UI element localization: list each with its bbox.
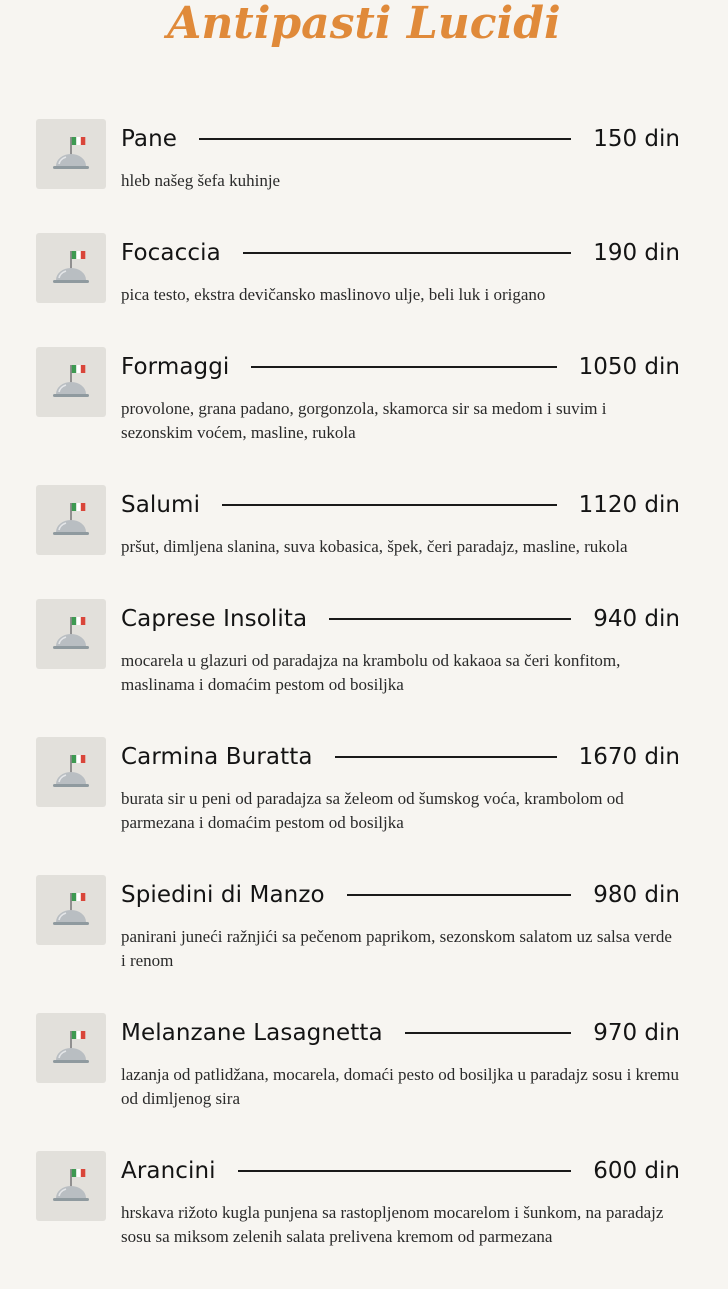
cloche-with-italian-flag-icon	[36, 599, 106, 669]
divider-line	[222, 504, 557, 506]
divider-line	[329, 618, 572, 620]
cloche-with-italian-flag-icon	[36, 119, 106, 189]
item-name: Formaggi	[121, 354, 230, 380]
item-description: burata sir u peni od paradajza sa želeom…	[121, 789, 624, 832]
item-name: Pane	[121, 126, 178, 152]
item-description: panirani juneći ražnjići sa pečenom papr…	[121, 927, 672, 970]
menu-item-melanzane-lasagnetta: Melanzane Lasagnetta 970 din lazanja od …	[36, 1013, 680, 1151]
cloche-with-italian-flag-icon	[36, 737, 106, 807]
item-price: 150 din	[593, 126, 680, 152]
item-name: Focaccia	[121, 240, 221, 266]
divider-line	[199, 138, 572, 140]
item-name: Carmina Buratta	[121, 744, 313, 770]
divider-line	[334, 756, 557, 758]
menu-item-carmina-buratta: Carmina Buratta 1670 din burata sir u pe…	[36, 737, 680, 875]
item-price: 1120 din	[578, 492, 680, 518]
menu-item-salumi: Salumi 1120 din pršut, dimljena slanina,…	[36, 485, 680, 599]
item-header: Arancini 600 din	[121, 1155, 680, 1187]
menu-item-arancini: Arancini 600 din hrskava rižoto kugla pu…	[36, 1151, 680, 1289]
item-name: Salumi	[121, 492, 201, 518]
item-name: Caprese Insolita	[121, 606, 308, 632]
menu-item-pane: Pane 150 din hleb našeg šefa kuhinje	[36, 119, 680, 233]
item-price: 970 din	[593, 1020, 680, 1046]
cloche-with-italian-flag-icon	[36, 233, 106, 303]
item-price: 940 din	[593, 606, 680, 632]
cloche-with-italian-flag-icon	[36, 485, 106, 555]
item-price: 190 din	[593, 240, 680, 266]
item-header: Caprese Insolita 940 din	[121, 603, 680, 635]
item-price: 1050 din	[578, 354, 680, 380]
item-name: Melanzane Lasagnetta	[121, 1020, 383, 1046]
divider-line	[242, 252, 572, 254]
item-header: Carmina Buratta 1670 din	[121, 741, 680, 773]
item-name: Arancini	[121, 1158, 216, 1184]
menu-item-spiedini-di-manzo: Spiedini di Manzo 980 din panirani juneć…	[36, 875, 680, 1013]
item-header: Focaccia 190 din	[121, 237, 680, 269]
item-description: pršut, dimljena slanina, suva kobasica, …	[121, 537, 628, 556]
item-price: 980 din	[593, 882, 680, 908]
item-header: Salumi 1120 din	[121, 489, 680, 521]
menu-item-focaccia: Focaccia 190 din pica testo, ekstra devi…	[36, 233, 680, 347]
item-description: hleb našeg šefa kuhinje	[121, 171, 281, 190]
item-name: Spiedini di Manzo	[121, 882, 325, 908]
menu-list: Pane 150 din hleb našeg šefa kuhinje Foc…	[36, 119, 680, 1289]
cloche-with-italian-flag-icon	[36, 875, 106, 945]
item-header: Spiedini di Manzo 980 din	[121, 879, 680, 911]
divider-line	[237, 1170, 572, 1172]
item-description: provolone, grana padano, gorgonzola, ska…	[121, 399, 607, 442]
item-header: Formaggi 1050 din	[121, 351, 680, 383]
item-price: 1670 din	[578, 744, 680, 770]
menu-item-caprese-insolita: Caprese Insolita 940 din mocarela u glaz…	[36, 599, 680, 737]
menu-item-formaggi: Formaggi 1050 din provolone, grana padan…	[36, 347, 680, 485]
cloche-with-italian-flag-icon	[36, 1013, 106, 1083]
item-header: Melanzane Lasagnetta 970 din	[121, 1017, 680, 1049]
divider-line	[251, 366, 557, 368]
page-title: Antipasti Lucidi	[167, 0, 561, 49]
item-description: hrskava rižoto kugla punjena sa rastoplj…	[121, 1203, 664, 1246]
item-header: Pane 150 din	[121, 123, 680, 155]
divider-line	[346, 894, 572, 896]
divider-line	[404, 1032, 572, 1034]
cloche-with-italian-flag-icon	[36, 347, 106, 417]
item-description: lazanja od patlidžana, mocarela, domaći …	[121, 1065, 679, 1108]
item-description: pica testo, ekstra devičansko maslinovo …	[121, 285, 546, 304]
item-price: 600 din	[593, 1158, 680, 1184]
cloche-with-italian-flag-icon	[36, 1151, 106, 1221]
item-description: mocarela u glazuri od paradajza na kramb…	[121, 651, 621, 694]
